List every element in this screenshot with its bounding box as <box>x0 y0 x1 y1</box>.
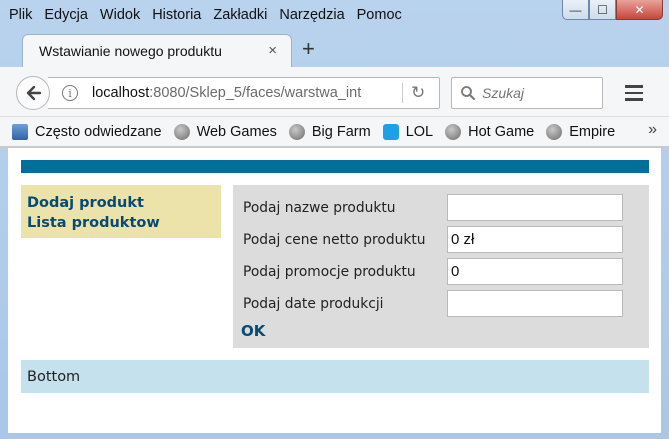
navigation-bar: i localhost:8080/Sklep_5/faces/warstwa_i… <box>0 67 669 117</box>
bookmark-czesto-odwiedzane[interactable]: Często odwiedzane <box>12 123 162 140</box>
form-row-name: Podaj nazwe produktu <box>243 194 623 221</box>
menu-widok[interactable]: Widok <box>100 7 140 23</box>
date-label: Podaj date produkcji <box>243 295 384 312</box>
hamburger-menu-icon[interactable] <box>620 80 648 106</box>
globe-icon <box>288 123 305 140</box>
url-path: :8080/Sklep_5/faces/warstwa_int <box>149 85 362 101</box>
menu-narzedzia[interactable]: Narzędzia <box>279 7 344 23</box>
url-bar[interactable]: i localhost:8080/Sklep_5/faces/warstwa_i… <box>48 77 440 109</box>
hamburger-line <box>625 98 643 101</box>
promo-input[interactable] <box>447 258 623 285</box>
name-label: Podaj nazwe produktu <box>243 199 396 216</box>
url-host: localhost <box>92 85 150 101</box>
bookmark-web-games[interactable]: Web Games <box>173 123 277 140</box>
page-content: Dodaj produkt Lista produktow Podaj nazw… <box>8 148 661 433</box>
hamburger-line <box>625 85 643 88</box>
menu-zakladki[interactable]: Zakładki <box>213 7 267 23</box>
bookmark-label: Empire <box>569 123 616 140</box>
form-row-date: Podaj date produkcji <box>243 290 623 317</box>
footer: Bottom <box>21 360 649 393</box>
new-tab-button[interactable]: + <box>302 36 315 62</box>
globe-icon <box>173 123 190 140</box>
hamburger-line <box>625 91 643 95</box>
menu-historia[interactable]: Historia <box>152 7 201 23</box>
bookmark-lol[interactable]: LOL <box>382 123 434 140</box>
add-product-link[interactable]: Dodaj produkt <box>27 193 221 213</box>
search-box[interactable] <box>451 77 603 109</box>
most-visited-icon <box>12 123 28 140</box>
back-button[interactable] <box>16 76 50 110</box>
bookmark-empire[interactable]: Empire <box>546 123 616 140</box>
tab-strip: Wstawianie nowego produktu × + <box>0 30 669 67</box>
bookmark-label: Hot Game <box>468 123 535 140</box>
minimize-button[interactable]: — <box>562 0 589 20</box>
price-input[interactable] <box>447 226 623 253</box>
globe-icon <box>546 123 563 140</box>
search-icon <box>461 86 475 100</box>
lol-icon <box>382 123 399 140</box>
product-form: Podaj nazwe produktu Podaj cene netto pr… <box>233 185 649 348</box>
tab-title: Wstawianie nowego produktu <box>39 43 222 59</box>
side-menu: Dodaj produkt Lista produktow <box>21 185 221 238</box>
product-list-link[interactable]: Lista produktow <box>27 213 221 233</box>
name-input[interactable] <box>447 194 623 221</box>
bookmark-label: LOL <box>405 123 434 140</box>
ok-button[interactable]: OK <box>241 322 265 340</box>
url-text[interactable]: localhost:8080/Sklep_5/faces/warstwa_int <box>92 85 361 101</box>
tab-close-icon[interactable]: × <box>268 42 277 59</box>
url-separator <box>402 83 403 103</box>
reload-icon[interactable]: ↻ <box>411 83 425 103</box>
price-label: Podaj cene netto produktu <box>243 231 426 248</box>
footer-text: Bottom <box>27 368 81 385</box>
bookmarks-overflow-icon[interactable]: » <box>648 121 657 139</box>
globe-icon <box>445 123 462 140</box>
menu-edycja[interactable]: Edycja <box>44 7 88 23</box>
maximize-button[interactable]: ☐ <box>589 0 616 20</box>
tab-active[interactable]: Wstawianie nowego produktu × <box>22 34 292 67</box>
date-input[interactable] <box>447 290 623 317</box>
back-arrow-icon <box>26 85 42 101</box>
promo-label: Podaj promocje produktu <box>243 263 416 280</box>
bookmarks-bar: Często odwiedzane Web Games Big Farm LOL… <box>0 117 669 147</box>
header-bar <box>21 160 649 173</box>
bookmark-big-farm[interactable]: Big Farm <box>288 123 371 140</box>
form-row-price: Podaj cene netto produktu <box>243 226 623 253</box>
bookmark-label: Big Farm <box>311 123 371 140</box>
menu-plik[interactable]: Plik <box>9 7 32 23</box>
info-icon[interactable]: i <box>62 85 78 101</box>
bookmark-label: Web Games <box>196 123 277 140</box>
search-input[interactable] <box>482 85 592 101</box>
window-controls: — ☐ ✕ <box>562 0 663 20</box>
close-window-button[interactable]: ✕ <box>616 0 663 20</box>
form-row-promo: Podaj promocje produktu <box>243 258 623 285</box>
bookmark-label: Często odwiedzane <box>35 123 162 140</box>
menu-pomoc[interactable]: Pomoc <box>357 7 402 23</box>
bookmark-hot-game[interactable]: Hot Game <box>445 123 535 140</box>
